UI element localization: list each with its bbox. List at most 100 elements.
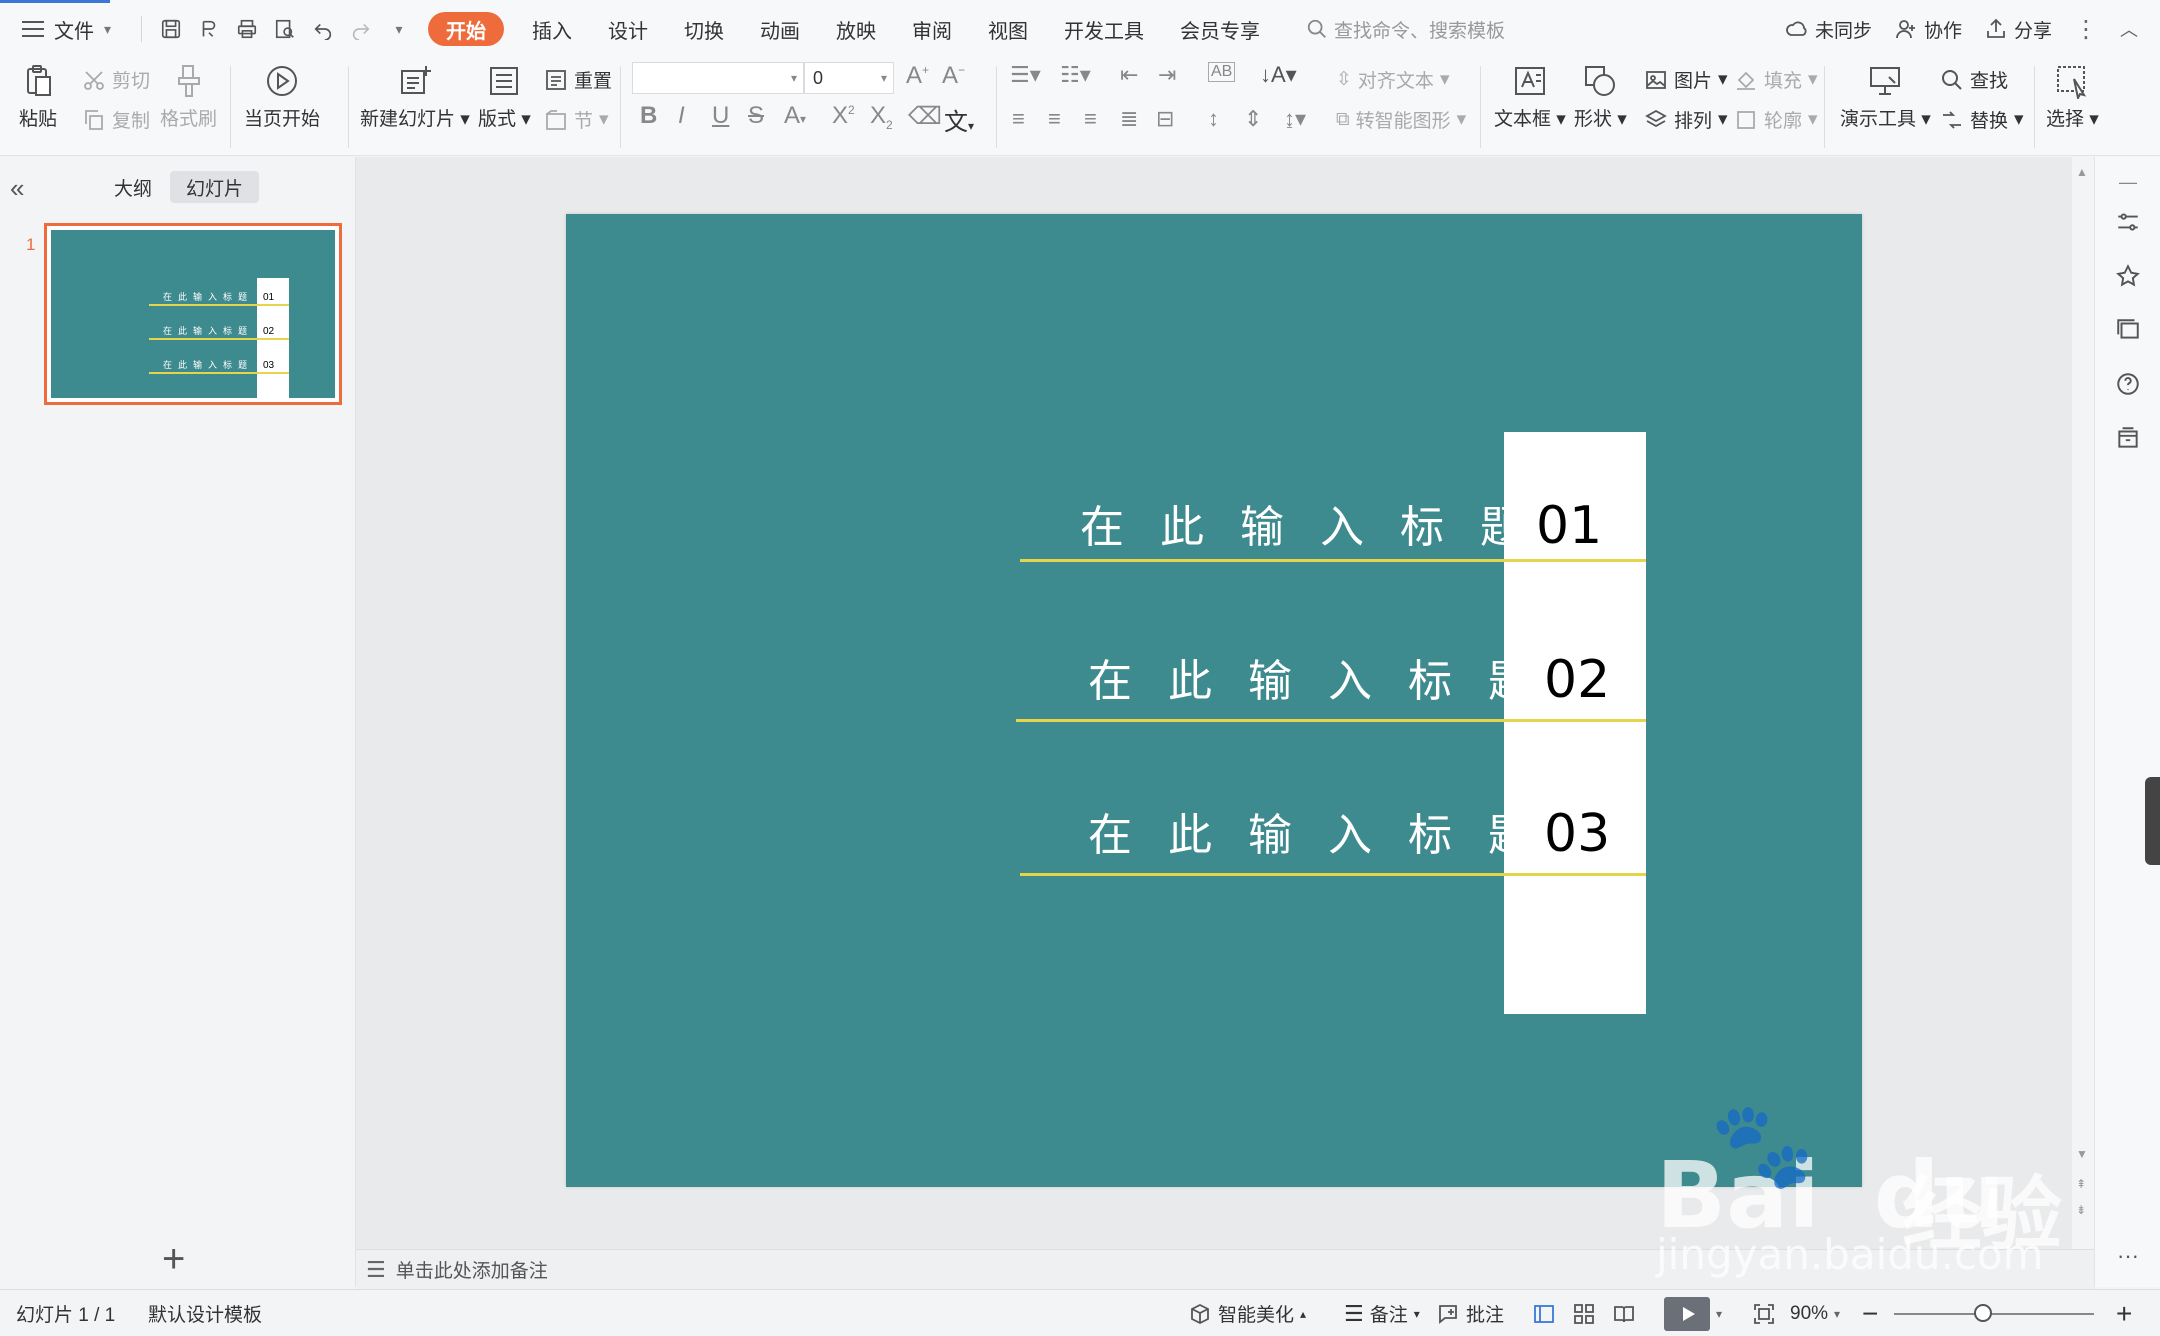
italic-icon[interactable]: I: [678, 102, 685, 130]
tab-transitions[interactable]: 切换: [666, 12, 742, 46]
item-title-3[interactable]: 在此输入标题: [1088, 799, 1568, 863]
picture-button[interactable]: 图片 ▾: [1644, 66, 1728, 93]
replace-button[interactable]: 替换 ▾: [1940, 106, 2024, 133]
bullet-list-icon[interactable]: ☰▾: [1010, 62, 1041, 88]
tab-insert[interactable]: 插入: [514, 12, 590, 46]
share-button[interactable]: 分享: [1984, 16, 2052, 43]
increase-font-icon[interactable]: A+: [906, 62, 929, 90]
font-size-select[interactable]: 0 ▾: [804, 62, 894, 94]
settings-sliders-icon[interactable]: [2113, 207, 2143, 237]
scroll-down-icon[interactable]: ▼: [2076, 1147, 2088, 1161]
paste-button[interactable]: 粘贴: [16, 60, 60, 131]
font-color-icon[interactable]: A▾: [784, 102, 806, 130]
sidebar-collapse-icon[interactable]: —: [2113, 167, 2143, 197]
zoom-out-icon[interactable]: −: [1862, 1290, 1878, 1336]
print-icon[interactable]: [232, 14, 262, 44]
reading-view-button[interactable]: [1612, 1290, 1636, 1336]
convert-smartart-button[interactable]: ⧉ 转智能图形 ▾: [1336, 106, 1466, 133]
zoom-slider-track[interactable]: [1894, 1313, 2094, 1315]
more-menu-icon[interactable]: ⋮: [2074, 15, 2098, 44]
notes-toggle-button[interactable]: ☰ 备注 ▾: [1344, 1290, 1420, 1336]
vertical-scrollbar[interactable]: ▲ ▼ ⇞ ⇟: [2072, 157, 2094, 1249]
arrange-button[interactable]: 排列 ▾: [1644, 106, 1728, 133]
more-options-icon[interactable]: ···: [2113, 1241, 2143, 1271]
tab-animations[interactable]: 动画: [742, 12, 818, 46]
divider-line-3[interactable]: [1020, 873, 1646, 876]
decrease-indent-icon[interactable]: ⇤: [1120, 62, 1138, 88]
text-box-button[interactable]: 文本框 ▾: [1494, 60, 1566, 131]
slide[interactable]: 在此输入标题 在此输入标题 在此输入标题 01 02 03: [566, 214, 1862, 1187]
format-painter-button[interactable]: 格式刷: [160, 60, 217, 131]
text-direction-icon[interactable]: AB: [1208, 62, 1236, 82]
slide-thumbnail[interactable]: 在此输入标题 在此输入标题 在此输入标题 01 02 03: [44, 223, 342, 405]
command-search[interactable]: 查找命令、搜索模板: [1306, 16, 1505, 43]
next-slide-icon[interactable]: ⇟: [2076, 1203, 2086, 1217]
zoom-in-icon[interactable]: +: [2116, 1290, 2132, 1336]
sort-icon[interactable]: ↓A▾: [1260, 62, 1297, 88]
select-button[interactable]: 选择 ▾: [2046, 60, 2099, 131]
increase-indent-icon[interactable]: ⇥: [1158, 62, 1176, 88]
section-button[interactable]: 节 ▾: [544, 106, 609, 133]
numbered-list-icon[interactable]: ☷▾: [1060, 62, 1091, 88]
justify-icon[interactable]: ≣: [1120, 106, 1138, 132]
decrease-font-icon[interactable]: A−: [942, 62, 965, 90]
tab-slideshow[interactable]: 放映: [818, 12, 894, 46]
copy-button[interactable]: 复制: [82, 106, 150, 133]
divider-line-2[interactable]: [1016, 719, 1646, 722]
item-title-1[interactable]: 在此输入标题: [1080, 491, 1560, 555]
eraser-icon[interactable]: ⌫: [908, 102, 942, 131]
layout-button[interactable]: 版式 ▾: [478, 60, 531, 131]
outline-button[interactable]: 轮廓 ▾: [1734, 106, 1818, 133]
tab-review[interactable]: 审阅: [894, 12, 970, 46]
item-number-3[interactable]: 03: [1544, 804, 1610, 864]
find-button[interactable]: 查找: [1940, 66, 2008, 93]
bold-icon[interactable]: B: [640, 102, 657, 130]
slide-sorter-button[interactable]: [1572, 1290, 1596, 1336]
tab-member[interactable]: 会员专享: [1162, 12, 1278, 46]
tab-home[interactable]: 开始: [428, 12, 505, 46]
line-spacing-icon[interactable]: ↕: [1208, 106, 1219, 132]
align-center-icon[interactable]: ≡: [1048, 106, 1061, 132]
tab-view[interactable]: 视图: [970, 12, 1046, 46]
fit-window-button[interactable]: [1752, 1290, 1776, 1336]
print-preview-icon[interactable]: [270, 14, 300, 44]
item-number-1[interactable]: 01: [1536, 496, 1602, 556]
comments-button[interactable]: 批注: [1436, 1290, 1504, 1336]
save-icon[interactable]: [156, 14, 186, 44]
presentation-tools-button[interactable]: 演示工具 ▾: [1840, 60, 1931, 131]
backup-icon[interactable]: [2113, 423, 2143, 453]
collaborate-button[interactable]: 协作: [1894, 16, 1962, 43]
export-icon[interactable]: [194, 14, 224, 44]
start-from-current-button[interactable]: 当页开始: [244, 60, 320, 131]
template-name[interactable]: 默认设计模板: [148, 1290, 262, 1336]
divider-line-1[interactable]: [1020, 559, 1646, 562]
undo-icon[interactable]: [308, 14, 338, 44]
tab-design[interactable]: 设计: [590, 12, 666, 46]
zoom-slider-handle[interactable]: [1974, 1304, 1992, 1322]
collapse-ribbon-icon[interactable]: ︿: [2120, 16, 2138, 42]
add-slide-icon[interactable]: +: [162, 1237, 185, 1282]
align-right-icon[interactable]: ≡: [1084, 106, 1097, 132]
font-name-select[interactable]: ▾: [632, 62, 804, 94]
cut-button[interactable]: 剪切: [82, 66, 150, 93]
spacing-menu-icon[interactable]: ↨▾: [1284, 106, 1306, 132]
tab-outline[interactable]: 大纲: [98, 171, 168, 203]
distribute-icon[interactable]: ⊟: [1156, 106, 1174, 132]
paragraph-spacing-icon[interactable]: ⇕: [1244, 106, 1262, 132]
star-icon[interactable]: [2113, 261, 2143, 291]
align-left-icon[interactable]: ≡: [1012, 106, 1025, 132]
sync-status[interactable]: 未同步: [1785, 16, 1872, 43]
tab-slides[interactable]: 幻灯片: [170, 171, 260, 203]
quick-access-dropdown-icon[interactable]: ▾: [384, 14, 414, 44]
phonetic-icon[interactable]: 文▾: [944, 102, 974, 137]
help-icon[interactable]: [2113, 369, 2143, 399]
normal-view-button[interactable]: [1532, 1290, 1556, 1336]
previous-slide-icon[interactable]: ⇞: [2076, 1177, 2086, 1191]
zoom-level-select[interactable]: 90% ▾: [1790, 1290, 1840, 1336]
smart-beautify-button[interactable]: 智能美化 ▴: [1188, 1290, 1306, 1336]
item-number-2[interactable]: 02: [1544, 650, 1610, 710]
subscript-icon[interactable]: X2: [870, 102, 893, 132]
shape-button[interactable]: 形状 ▾: [1574, 60, 1627, 131]
collapse-panel-icon[interactable]: «: [10, 173, 24, 204]
slides-gallery-icon[interactable]: [2113, 315, 2143, 345]
